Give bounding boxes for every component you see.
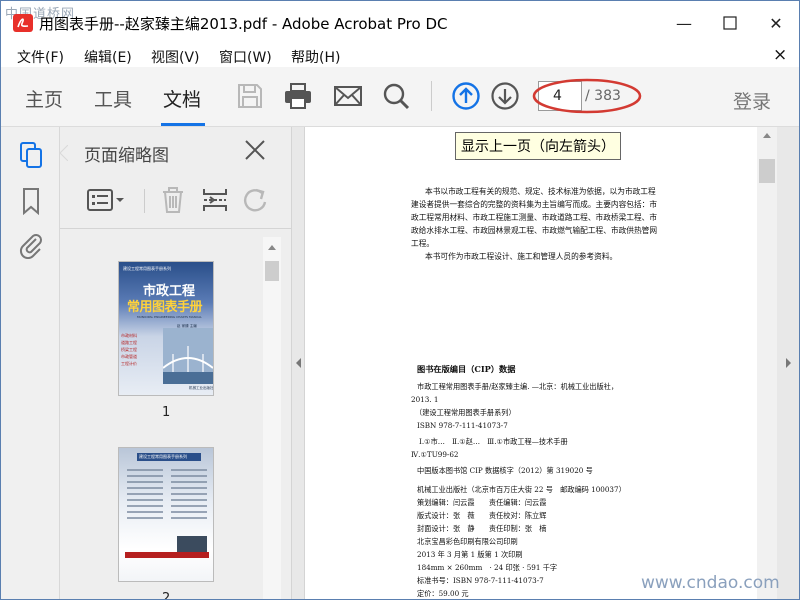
cover-bullets: 市政材料 道路工程 桥梁工程 市政管道 工程计价	[121, 332, 165, 388]
cip-line: ISBN 978-7-111-41073-7	[417, 421, 508, 430]
panel-title: 页面缩略图	[84, 146, 169, 166]
intro-line: 政工程常用材料、市政工程施工测量、市政道路工程、市政桥梁工程、市	[411, 213, 658, 222]
menu-view[interactable]: 视图(V)	[151, 47, 200, 67]
search-icon[interactable]	[381, 81, 411, 111]
active-tab-indicator	[161, 123, 205, 126]
tab-document[interactable]: 文档	[163, 85, 201, 112]
intro-line: 工程。	[411, 239, 435, 248]
publisher-line: 封面设计：张 静 责任印制：张 楠	[417, 524, 547, 533]
cover-publisher: 机械工业出版社	[189, 386, 214, 390]
collapse-panel-icon[interactable]	[294, 357, 302, 369]
cover-subtitle: MUNICIPAL ENGINEERING CHARTS MANUAL	[137, 315, 202, 319]
acrobat-window: 中国道桥网 用图表手册--赵家臻主编2013.pdf - Adobe Acrob…	[0, 0, 800, 600]
document-scroll-thumb[interactable]	[759, 159, 775, 183]
sign-in-link[interactable]: 登录	[733, 87, 771, 114]
insert-page-icon[interactable]	[200, 185, 230, 215]
intro-line: 本书可作为市政工程设计、施工和管理人员的参考资料。	[425, 252, 618, 261]
previous-page-icon[interactable]	[451, 81, 481, 111]
cover-bullet: 市政材料	[121, 333, 137, 338]
cip-line: 2013. 1	[411, 395, 439, 404]
right-pane-splitter[interactable]	[777, 127, 799, 599]
cover-bullet: 桥梁工程	[121, 347, 137, 352]
menu-edit[interactable]: 编辑(E)	[84, 47, 132, 67]
publisher-line: 北京宝昌彩色印刷有限公司印刷	[417, 537, 518, 546]
thumbnail-scroll-thumb[interactable]	[265, 261, 279, 281]
navigation-rail	[1, 127, 59, 599]
publisher-line: 版式设计：张 薇 责任校对：陈立辉	[417, 511, 547, 520]
toolbar-divider	[431, 81, 432, 111]
attachment-icon[interactable]	[18, 231, 44, 259]
thumbnail-label-2: 2	[162, 591, 171, 600]
publisher-line: 标准书号：ISBN 978-7-111-41073-7	[417, 576, 544, 585]
panel-pointer-icon	[59, 145, 68, 161]
thumbnail-label-1: 1	[162, 405, 171, 420]
document-page[interactable]: 本书以市政工程有关的规范、规定、技术标准为依据，以为市政工程 建设者提供一套综合…	[305, 127, 757, 599]
cip-line: 中国版本图书馆 CIP 数据核字（2012）第 319020 号	[417, 466, 593, 475]
cip-line: Ⅰ.①市… Ⅱ.①赵… Ⅲ.①市政工程—技术手册	[419, 437, 568, 446]
title-bar: 中国道桥网 用图表手册--赵家臻主编2013.pdf - Adobe Acrob…	[1, 1, 799, 45]
thumbnail-page-1[interactable]: 建设工程常用图表手册系列 市政工程 常用图表手册 MUNICIPAL ENGIN…	[118, 261, 214, 396]
thumbnail-page-2[interactable]: 建设工程常用图表手册系列	[118, 447, 214, 582]
menu-bar: 文件(F) 编辑(E) 视图(V) 窗口(W) 帮助(H) ×	[1, 45, 799, 67]
thumbnail-options-icon[interactable]	[86, 185, 126, 215]
intro-line: 政给水排水工程、市政园林景观工程、市政燃气输配工程、市政供热管网	[411, 226, 658, 235]
maximize-icon	[723, 16, 737, 30]
menu-file[interactable]: 文件(F)	[17, 47, 64, 67]
maximize-button[interactable]	[707, 1, 753, 45]
close-document-button[interactable]: ×	[773, 45, 787, 65]
rotate-icon[interactable]	[240, 185, 270, 215]
document-scrollbar[interactable]	[757, 127, 777, 599]
scroll-up-icon[interactable]	[762, 131, 772, 139]
acrobat-logo-icon	[13, 14, 33, 32]
cover-bullet: 工程计价	[121, 361, 137, 366]
intro-line: 本书以市政工程有关的规范、规定、技术标准为依据，以为市政工程	[425, 187, 656, 196]
back-cover-book-list	[125, 469, 209, 558]
bookmark-icon[interactable]	[18, 187, 44, 215]
cover-series: 建设工程常用图表手册系列	[123, 266, 171, 271]
panel-toolbar-divider	[144, 189, 145, 213]
cover-bullet: 道路工程	[121, 340, 137, 345]
close-panel-icon[interactable]	[242, 137, 268, 163]
thumbnail-scrollbar[interactable]	[263, 237, 281, 599]
highlight-ellipse	[532, 78, 642, 114]
publisher-line: 184mm × 260mm · 24 印张 · 591 千字	[417, 563, 558, 572]
cover-bridge-photo	[163, 328, 213, 384]
print-icon[interactable]	[283, 81, 313, 111]
email-icon[interactable]	[333, 81, 363, 111]
tab-home[interactable]: 主页	[25, 85, 63, 112]
minimize-button[interactable]: —	[661, 1, 707, 45]
next-page-icon[interactable]	[490, 81, 520, 111]
cip-line: （建设工程常用图表手册系列）	[415, 408, 516, 417]
expand-right-pane-icon[interactable]	[785, 357, 793, 369]
cover-bullet: 市政管道	[121, 354, 137, 359]
toolbar: 主页 工具 文档 4 / 383 登录	[1, 67, 799, 127]
menu-help[interactable]: 帮助(H)	[291, 47, 340, 67]
publisher-line: 策划编辑：闫云霞 责任编辑：闫云霞	[417, 498, 547, 507]
publisher-line: 定价：59.00 元	[417, 589, 469, 598]
tooltip: 显示上一页（向左箭头）	[455, 132, 621, 160]
scroll-up-icon[interactable]	[267, 243, 277, 251]
window-title: 用图表手册--赵家臻主编2013.pdf - Adobe Acrobat Pro…	[39, 15, 448, 33]
page-thumbnails-icon[interactable]	[18, 141, 44, 169]
menu-window[interactable]: 窗口(W)	[219, 47, 272, 67]
watermark-bottom-right: www.cndao.com	[641, 573, 780, 593]
panel-splitter[interactable]	[291, 127, 305, 599]
cover-title-line2: 常用图表手册	[127, 300, 203, 315]
cip-line: 市政工程常用图表手册/赵家臻主编. —北京：机械工业出版社，	[417, 382, 619, 391]
cip-heading: 图书在版编目（CIP）数据	[417, 364, 516, 374]
back-cover-series: 建设工程常用图表手册系列	[139, 454, 187, 459]
panel-toolbar	[60, 175, 292, 229]
publisher-line: 机械工业出版社（北京市百万庄大街 22 号 邮政编码 100037）	[417, 485, 626, 494]
page-thumbnails-panel: 页面缩略图 建设工程常用图表手册系列 市政工程 常用图表手册 MUNICIPAL…	[59, 127, 292, 600]
close-window-button[interactable]: ✕	[753, 1, 799, 45]
tab-tools[interactable]: 工具	[94, 85, 132, 112]
save-icon[interactable]	[235, 81, 265, 111]
cip-line: Ⅳ.①TU99-62	[411, 450, 459, 459]
publisher-line: 2013 年 3 月第 1 版第 1 次印刷	[417, 550, 523, 559]
intro-line: 建设者提供一套综合的完整的资料集为主旨编写而成。主要内容包括：市	[411, 200, 658, 209]
delete-icon[interactable]	[158, 185, 188, 215]
